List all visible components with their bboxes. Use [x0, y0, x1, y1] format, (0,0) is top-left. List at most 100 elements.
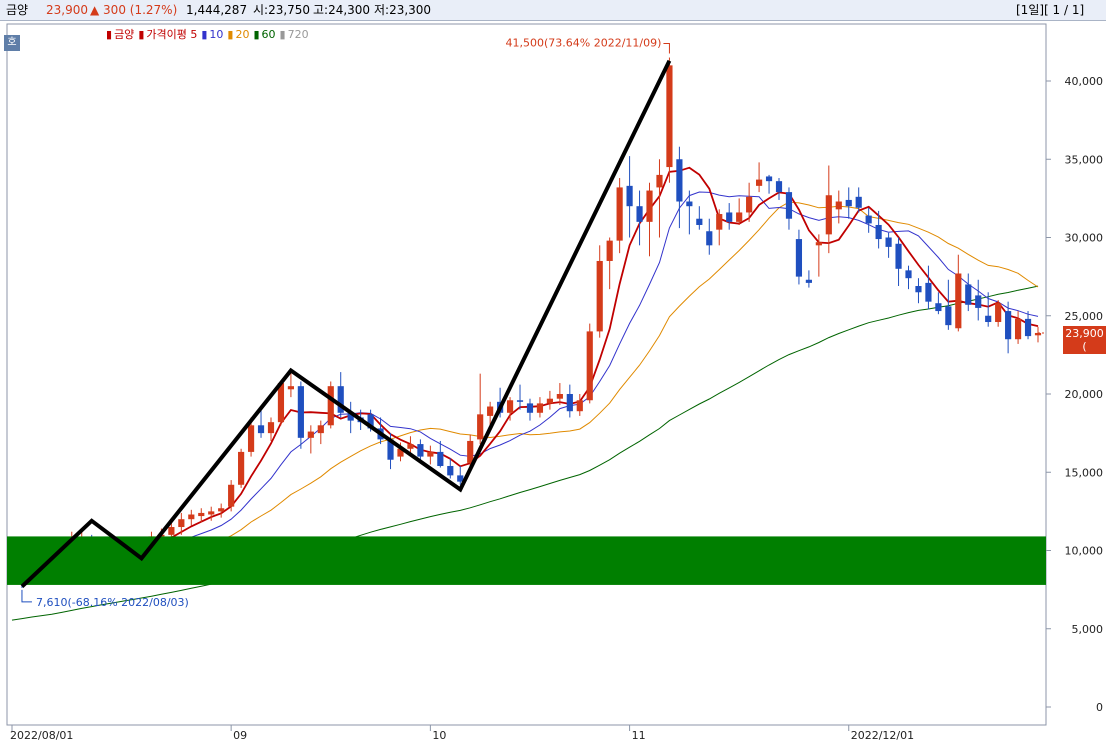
- candle-body: [736, 212, 743, 222]
- candle-body: [536, 403, 544, 413]
- candle-body: [178, 519, 185, 528]
- legend-label: 10: [209, 28, 224, 41]
- highlight-band: [7, 536, 1046, 585]
- candle-body: [427, 451, 434, 457]
- candle-body: [516, 400, 524, 402]
- candle-body: [795, 239, 803, 277]
- candle-body: [506, 400, 514, 413]
- candle-body: [228, 484, 235, 507]
- candle-body: [676, 159, 683, 202]
- volume: 1,444,287: [186, 3, 248, 17]
- x-tick-label: 11: [632, 729, 646, 742]
- y-tick-label: 5,000: [1072, 623, 1104, 636]
- legend-marker: ▮: [201, 28, 208, 41]
- candle-body: [467, 440, 474, 463]
- last-price-value: 23,900: [1065, 327, 1104, 340]
- candle-body: [556, 394, 563, 399]
- candle-body: [586, 331, 593, 401]
- price-chart[interactable]: 0 5,000 10,000 15,000 20,000 25,000 30,000 35,0…: [0, 21, 1106, 742]
- candle-body: [706, 231, 713, 246]
- y-tick-label: 40,000: [1065, 75, 1104, 88]
- y-tick-label: 10,000: [1065, 545, 1104, 558]
- high-annotation: 41,500(73.64% 2022/11/09): [506, 37, 662, 50]
- candle-body: [885, 237, 892, 247]
- candle-body: [218, 508, 225, 512]
- candle-body: [238, 451, 245, 485]
- candle-body: [626, 185, 633, 207]
- candle-body: [955, 273, 962, 329]
- candle-body: [526, 403, 534, 413]
- candle-body: [1005, 311, 1012, 340]
- chart-legend: ▮ 금양 ▮ 가격이평 5 ▮ 10 ▮ 20 ▮ 60 ▮ 720: [106, 26, 313, 42]
- candle-body: [995, 303, 1002, 323]
- candle-body: [755, 179, 763, 186]
- candle-body: [407, 444, 414, 449]
- candle-body: [198, 512, 205, 517]
- candle-body: [716, 214, 723, 230]
- candle-body: [726, 212, 733, 222]
- x-tick-label: 10: [432, 729, 446, 742]
- low-annotation: 7,610(-68.16% 2022/08/03): [36, 596, 189, 609]
- candle-body: [865, 215, 872, 224]
- page-indicator[interactable]: [1일][ 1 / 1]: [1016, 0, 1084, 20]
- x-tick-label: 09: [233, 729, 247, 742]
- candle-body: [815, 242, 822, 246]
- legend-item[interactable]: ▮ 금양: [106, 28, 136, 41]
- stock-name: 금양: [6, 3, 29, 17]
- candle-body: [1024, 318, 1032, 337]
- quote-header: 금양 23,900 ▲ 300 (1.27%) 1,444,287 시:23,7…: [0, 0, 1106, 21]
- candle-body: [616, 187, 623, 241]
- legend-item[interactable]: ▮ 20: [227, 28, 251, 41]
- y-tick-label: 25,000: [1065, 310, 1104, 323]
- chart-mode-button[interactable]: 호: [4, 35, 20, 51]
- y-tick-label: 30,000: [1065, 232, 1104, 245]
- candle-body: [208, 511, 215, 515]
- legend-item[interactable]: ▮ 60: [253, 28, 277, 41]
- legend-label: 가격이평 5: [146, 28, 198, 41]
- legend-label: 20: [235, 28, 250, 41]
- candle-body: [835, 201, 842, 210]
- candle-body: [855, 196, 862, 208]
- candle-body: [417, 444, 424, 457]
- y-tick-label: 0: [1096, 701, 1103, 714]
- candle-body: [606, 240, 613, 261]
- candle-body: [805, 279, 812, 283]
- candle-body: [596, 260, 603, 332]
- x-tick-label: 2022/08/01: [10, 729, 73, 742]
- plot-frame: [6, 23, 1047, 726]
- legend-marker: ▮: [279, 28, 286, 41]
- candle-body: [825, 195, 832, 235]
- legend-label: 720: [287, 28, 309, 41]
- candle-body: [327, 386, 334, 426]
- legend-item[interactable]: ▮ 10: [201, 28, 225, 41]
- candle-body: [925, 282, 932, 302]
- candle-body: [935, 303, 942, 312]
- candle-body: [287, 386, 295, 390]
- candle-body: [875, 224, 882, 240]
- candle-body: [765, 176, 773, 182]
- candle-body: [247, 425, 255, 452]
- legend-marker: ▮: [227, 28, 234, 41]
- candle-body: [686, 201, 693, 207]
- legend-marker: ▮: [138, 28, 145, 41]
- candle-body: [188, 514, 195, 520]
- y-tick-label: 20,000: [1065, 388, 1104, 401]
- legend-marker: ▮: [106, 28, 113, 41]
- candle-body: [447, 465, 454, 476]
- price-change: ▲ 300 (1.27%): [90, 3, 178, 17]
- candle-body: [646, 190, 653, 222]
- y-tick-label: 15,000: [1065, 466, 1104, 479]
- candle-body: [696, 218, 703, 225]
- candle-body: [267, 422, 275, 434]
- candle-body: [487, 406, 494, 416]
- legend-item[interactable]: ▮ 720: [280, 28, 311, 41]
- low-price: 저:23,300: [374, 3, 432, 17]
- legend-item[interactable]: ▮ 가격이평 5: [138, 28, 199, 41]
- candle-body: [845, 199, 852, 207]
- candle-body: [775, 181, 783, 193]
- candle-body: [656, 174, 663, 188]
- y-tick-label: 35,000: [1065, 153, 1104, 166]
- legend-label: 금양: [114, 28, 135, 41]
- candle-body: [566, 394, 573, 412]
- candle-body: [905, 270, 912, 279]
